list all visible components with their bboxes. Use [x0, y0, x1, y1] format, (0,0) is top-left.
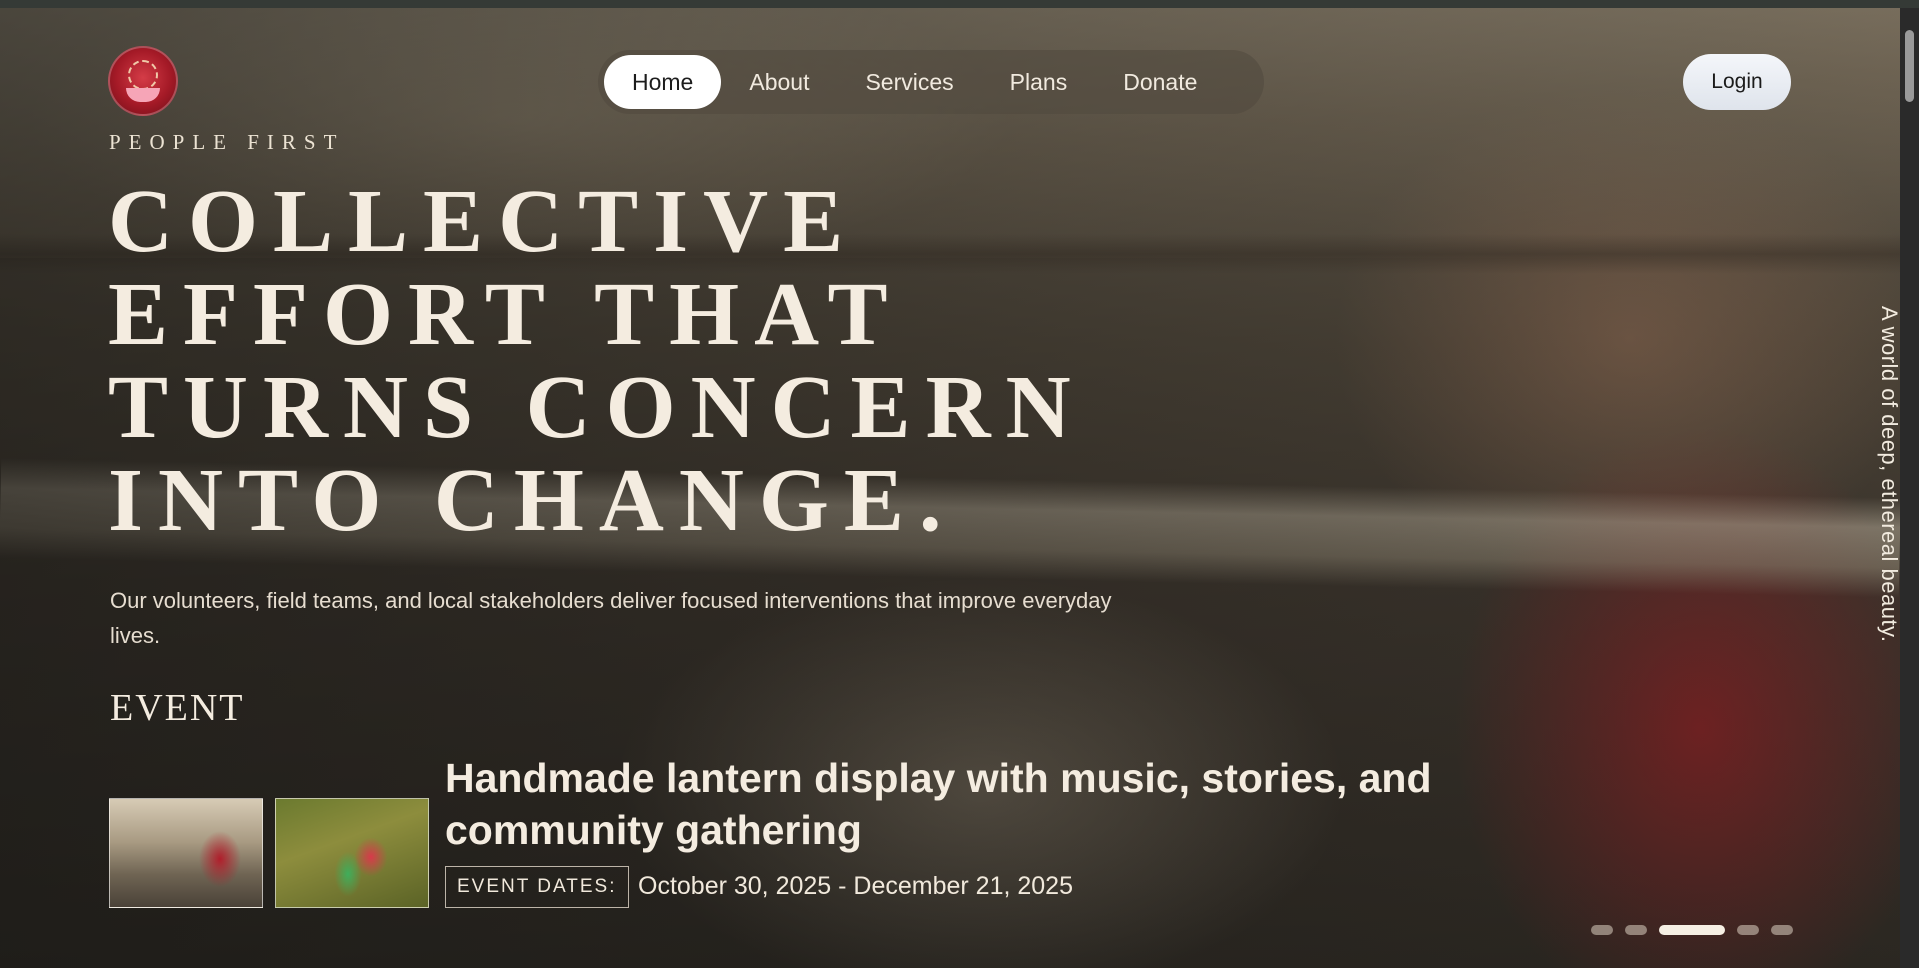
- hero-headline: COLLECTIVE EFFORT THAT TURNS CONCERN INT…: [108, 175, 1208, 547]
- carousel-dot-2[interactable]: [1625, 925, 1647, 935]
- hero-subtext: Our volunteers, field teams, and local s…: [110, 588, 1112, 648]
- event-thumbnail-1[interactable]: [109, 798, 263, 908]
- browser-top-bar: [0, 0, 1919, 8]
- carousel-dot-4[interactable]: [1737, 925, 1759, 935]
- page-scrollbar[interactable]: [1900, 8, 1919, 968]
- event-dates-value: October 30, 2025 - December 21, 2025: [638, 872, 1073, 900]
- nav-item-about[interactable]: About: [721, 55, 837, 109]
- event-title[interactable]: Handmade lantern display with music, sto…: [445, 752, 1505, 856]
- headline-line: EFFORT THAT: [108, 265, 903, 364]
- nav-item-donate[interactable]: Donate: [1095, 55, 1225, 109]
- carousel-pagination: [1591, 925, 1793, 935]
- carousel-dot-3-active[interactable]: [1659, 925, 1725, 935]
- event-section-label: EVENT: [110, 687, 245, 729]
- logo-sun-ring: [128, 60, 158, 90]
- brand-name[interactable]: PEOPLE FIRST: [109, 130, 344, 155]
- nav-item-plans[interactable]: Plans: [982, 55, 1096, 109]
- scrollbar-thumb[interactable]: [1905, 30, 1914, 102]
- headline-line: INTO CHANGE.: [108, 451, 957, 550]
- nav-item-home[interactable]: Home: [604, 55, 722, 109]
- headline-line: COLLECTIVE: [108, 172, 859, 271]
- login-button[interactable]: Login: [1683, 54, 1791, 110]
- logo-hands-shape: [126, 88, 160, 102]
- headline-line: TURNS CONCERN: [108, 358, 1086, 457]
- carousel-dot-5[interactable]: [1771, 925, 1793, 935]
- main-nav: Home About Services Plans Donate: [598, 50, 1264, 114]
- side-caption: A world of deep, ethereal beauty.: [1877, 306, 1902, 643]
- carousel-dot-1[interactable]: [1591, 925, 1613, 935]
- event-dates-label: EVENT DATES:: [445, 866, 629, 908]
- event-thumbnail-2[interactable]: [275, 798, 429, 908]
- nav-item-services[interactable]: Services: [837, 55, 981, 109]
- logo-emblem-icon[interactable]: [108, 46, 178, 116]
